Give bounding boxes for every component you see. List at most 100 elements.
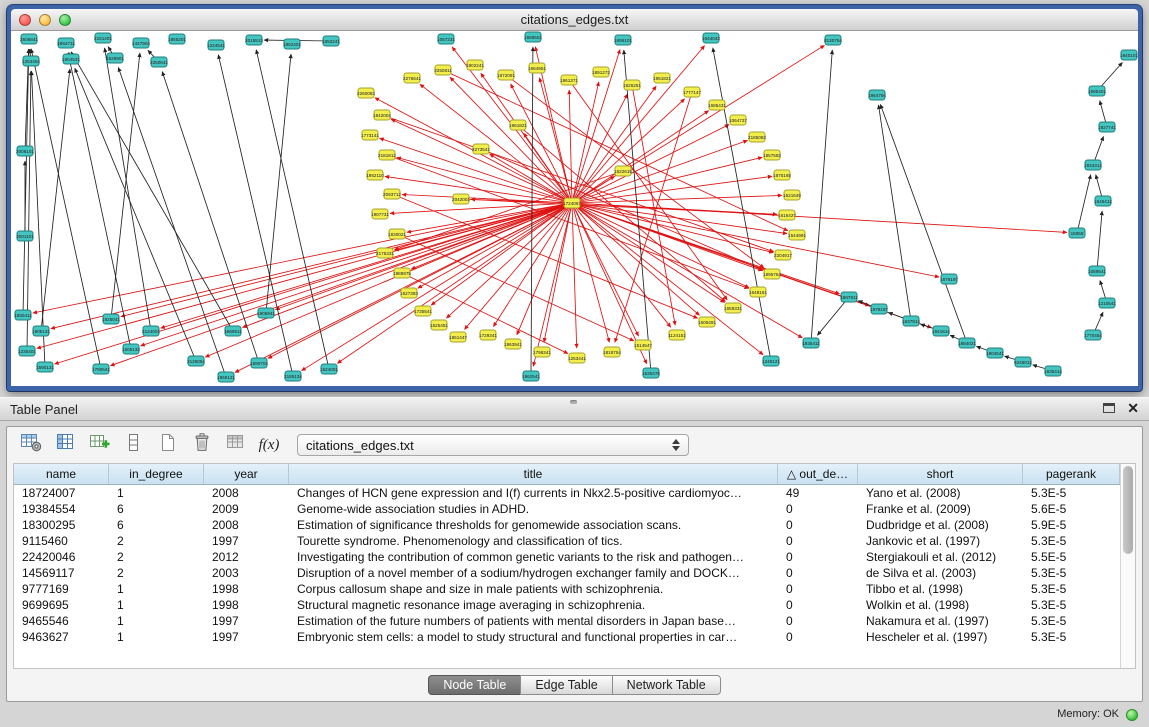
graph-node[interactable]: 2175331: [376, 248, 394, 258]
column-header-year[interactable]: year: [204, 464, 289, 484]
graph-node[interactable]: 1644043: [702, 33, 720, 43]
graph-node[interactable]: 1857583: [763, 150, 781, 160]
graph-node[interactable]: 1648161: [749, 287, 767, 297]
table-row[interactable]: 1830029562008Estimation of significance …: [14, 517, 1120, 533]
column-header-in_degree[interactable]: in_degree: [109, 464, 204, 484]
graph-node[interactable]: 2042001: [452, 194, 470, 204]
table-row[interactable]: 911546021997Tourette syndrome. Phenomeno…: [14, 533, 1120, 549]
splitter-handle[interactable]: [570, 400, 577, 404]
network-graph[interactable]: 1724067226008318420041773141218181219521…: [11, 31, 1138, 386]
graph-node[interactable]: 1235401: [18, 346, 36, 356]
graph-node[interactable]: 1729341: [479, 330, 497, 340]
graph-node[interactable]: 1934314: [1084, 160, 1102, 170]
graph-node[interactable]: 1535475: [642, 368, 660, 378]
graph-node[interactable]: 1524001: [320, 364, 338, 374]
graph-node[interactable]: 1544991: [788, 230, 806, 240]
graph-node[interactable]: 2260083: [357, 88, 375, 98]
graph-node[interactable]: 1884021: [958, 338, 976, 348]
graph-node[interactable]: 1902241: [466, 60, 484, 70]
column-header-short[interactable]: short: [858, 464, 1023, 484]
graph-node[interactable]: 1951821: [653, 73, 671, 83]
graph-node[interactable]: 1851447: [449, 332, 467, 342]
graph-node[interactable]: 1735541: [414, 306, 432, 316]
edit-table-button[interactable]: [85, 432, 113, 458]
graph-node[interactable]: 1989975: [393, 268, 411, 278]
graph-node[interactable]: 1962401: [283, 39, 301, 49]
scrollbar-thumb[interactable]: [1123, 466, 1133, 554]
close-window-button[interactable]: [19, 14, 31, 26]
graph-node[interactable]: 1850411: [14, 310, 32, 320]
row-height-button[interactable]: [119, 432, 147, 458]
column-header-title[interactable]: title: [289, 464, 778, 484]
graph-node[interactable]: 1842004: [373, 110, 391, 120]
tab-network-table[interactable]: Network Table: [612, 675, 721, 695]
graph-node[interactable]: 1963941: [504, 339, 522, 349]
graph-node[interactable]: 2250641: [150, 57, 168, 67]
graph-node[interactable]: 2124001: [142, 326, 160, 336]
table-row[interactable]: 1872400712008Changes of HCN gene express…: [14, 485, 1120, 501]
network-canvas[interactable]: 1724067226008318420041773141218181219521…: [11, 31, 1138, 386]
graph-node[interactable]: 1891272: [592, 67, 610, 77]
new-table-button[interactable]: [153, 432, 181, 458]
table-row[interactable]: 946554611997Estimation of the future num…: [14, 613, 1120, 629]
tab-edge-table[interactable]: Edge Table: [520, 675, 612, 695]
graph-node[interactable]: 1622615: [614, 166, 632, 176]
graph-node[interactable]: 1664951: [528, 63, 546, 73]
graph-node[interactable]: 1505491: [698, 317, 716, 327]
table-row[interactable]: 969969511998Structural magnetic resonanc…: [14, 597, 1120, 613]
import-table-button[interactable]: [221, 432, 249, 458]
graph-node[interactable]: 1962541: [522, 371, 540, 381]
graph-node[interactable]: 1905131: [32, 326, 50, 336]
graph-node[interactable]: 1905941: [257, 308, 275, 318]
graph-node[interactable]: 2181812: [378, 150, 396, 160]
table-scrollbar[interactable]: [1120, 464, 1135, 668]
graph-node[interactable]: 1690704: [250, 358, 268, 368]
column-header-name[interactable]: name: [14, 464, 109, 484]
table-row[interactable]: 2242004622012Investigating the contribut…: [14, 549, 1120, 565]
graph-node[interactable]: 1064737: [729, 115, 747, 125]
graph-node[interactable]: 1590131: [36, 362, 54, 372]
graph-node[interactable]: 2276641: [403, 73, 421, 83]
column-header-out_de[interactable]: △ out_de…: [778, 464, 858, 484]
graph-node[interactable]: 1777147: [683, 87, 701, 97]
graph-node[interactable]: 9245012: [1014, 357, 1032, 367]
graph-node[interactable]: 2001101: [16, 231, 34, 241]
graph-node[interactable]: 1935411: [802, 338, 820, 348]
column-visibility-button[interactable]: [51, 432, 79, 458]
graph-node[interactable]: 1864711: [57, 38, 75, 48]
graph-node[interactable]: 1616427: [778, 210, 796, 220]
graph-node[interactable]: 1865201: [168, 34, 186, 44]
graph-node[interactable]: 1852241: [322, 36, 340, 46]
graph-node[interactable]: 1941614: [932, 326, 950, 336]
graph-node[interactable]: 1626251: [623, 80, 641, 90]
tab-node-table[interactable]: Node Table: [428, 675, 521, 695]
graph-node[interactable]: 1210541: [1098, 298, 1116, 308]
graph-node[interactable]: 1818754: [603, 347, 621, 357]
table-row[interactable]: 1456911722003Disruption of a novel membe…: [14, 565, 1120, 581]
zoom-window-button[interactable]: [59, 14, 71, 26]
minimize-window-button[interactable]: [39, 14, 51, 26]
graph-node[interactable]: 1904531: [62, 54, 80, 64]
graph-node[interactable]: 1635414: [1044, 366, 1062, 376]
graph-node[interactable]: 1124151: [668, 330, 686, 340]
graph-node[interactable]: 1907731: [371, 209, 389, 219]
graph-node[interactable]: 1895754: [763, 269, 781, 279]
table-row[interactable]: 946362711997Embryonic stem cells: a mode…: [14, 629, 1120, 645]
graph-node[interactable]: 1669501: [524, 32, 542, 42]
graph-node[interactable]: 1773141: [361, 130, 379, 140]
graph-node[interactable]: 1246121: [762, 356, 780, 366]
graph-node[interactable]: 2250811: [434, 65, 452, 75]
graph-node[interactable]: 1830021: [388, 229, 406, 239]
graph-node[interactable]: 2506841: [20, 34, 38, 44]
graph-node[interactable]: 1869511: [224, 326, 242, 336]
graph-node[interactable]: 1637914: [902, 316, 920, 326]
graph-node[interactable]: 1625451: [430, 320, 448, 330]
graph-node[interactable]: 2015513: [245, 35, 263, 45]
graph-node[interactable]: 1679197: [940, 274, 958, 284]
graph-node[interactable]: 1696101: [614, 35, 632, 45]
graph-node[interactable]: 1961371: [560, 75, 578, 85]
graph-node[interactable]: 1629901: [106, 53, 124, 63]
graph-node[interactable]: 1521649: [783, 190, 801, 200]
float-panel-icon[interactable]: [1103, 403, 1115, 413]
function-builder-button[interactable]: f(x): [255, 432, 283, 458]
